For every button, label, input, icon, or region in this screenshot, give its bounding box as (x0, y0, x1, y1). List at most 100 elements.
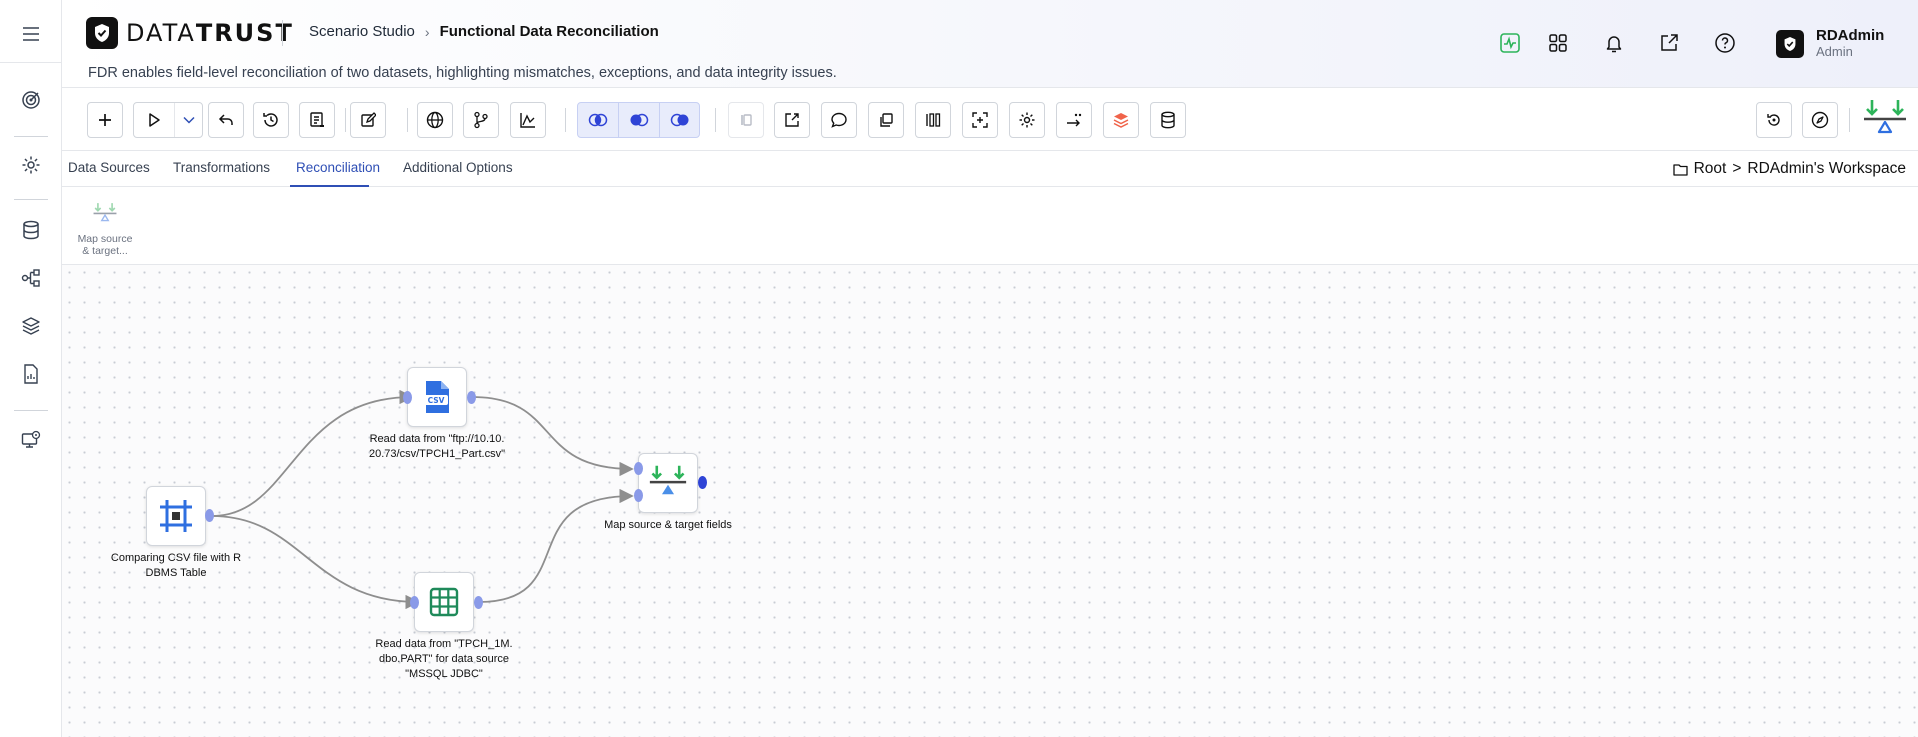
split-columns-icon (926, 113, 941, 127)
shield-logo-icon (86, 17, 118, 49)
tab-bar: Data Sources Transformations Reconciliat… (62, 151, 1918, 187)
database-icon[interactable] (16, 215, 46, 245)
palette-item-label: Map source (77, 233, 133, 245)
brand-wordmark: DATATRUST (126, 19, 294, 47)
monitor-settings-icon[interactable] (16, 425, 46, 455)
split-view-button[interactable] (915, 102, 951, 138)
node-map-label: Map source & target fields (604, 519, 732, 531)
plus-icon (99, 114, 111, 126)
inner-join-button[interactable] (578, 103, 618, 137)
history-icon (263, 113, 278, 127)
left-rail (0, 0, 62, 737)
folder-icon (1672, 163, 1688, 176)
open-external-button[interactable] (774, 102, 810, 138)
tab-transformations[interactable]: Transformations (167, 151, 276, 187)
toolbar-separator (345, 108, 346, 132)
branch-button[interactable] (463, 102, 499, 138)
undo-icon (218, 114, 233, 125)
globe-icon (426, 111, 444, 129)
node-csv-input-port[interactable] (403, 391, 412, 404)
transform-button[interactable] (1056, 102, 1092, 138)
node-csv-output-port[interactable] (467, 391, 476, 404)
databricks-stack-icon (1113, 113, 1129, 128)
restore-button[interactable] (1756, 102, 1792, 138)
comment-button[interactable] (821, 102, 857, 138)
undo-button[interactable] (208, 102, 244, 138)
databricks-button[interactable] (1103, 102, 1139, 138)
node-db-reader[interactable] (414, 572, 474, 632)
restore-history-icon (1767, 114, 1780, 126)
node-map-fields[interactable] (638, 453, 698, 513)
help-question-icon[interactable] (1712, 30, 1738, 56)
workspace-path[interactable]: Root > RDAdmin's Workspace (1672, 160, 1906, 178)
tab-data-sources[interactable]: Data Sources (62, 151, 156, 187)
scan-button[interactable] (962, 102, 998, 138)
run-options-dropdown[interactable] (174, 103, 202, 137)
table-grid-icon (429, 587, 459, 617)
schema-button[interactable] (299, 102, 335, 138)
breadcrumb: Scenario Studio › Functional Data Reconc… (309, 23, 659, 40)
history-button[interactable] (253, 102, 289, 138)
data-store-button[interactable] (1150, 102, 1186, 138)
brand-logo[interactable]: DATATRUST (86, 17, 294, 49)
tab-reconciliation[interactable]: Reconciliation (290, 151, 380, 187)
graph-nodes-icon[interactable] (16, 263, 46, 293)
join-mode-group (577, 102, 700, 138)
toolbar-separator (1849, 108, 1850, 132)
layers-icon[interactable] (16, 311, 46, 341)
run-play-button[interactable] (134, 103, 174, 137)
workspace-name: RDAdmin's Workspace (1747, 160, 1906, 177)
node-db-input-port[interactable] (410, 596, 419, 609)
map-scale-icon (93, 203, 117, 222)
add-button[interactable] (87, 102, 123, 138)
menu-icon[interactable] (16, 19, 46, 49)
report-document-icon[interactable] (16, 359, 46, 389)
edit-button[interactable] (350, 102, 386, 138)
gear-icon (1019, 112, 1035, 128)
play-icon (149, 113, 160, 127)
workflow-canvas[interactable]: Comparing CSV file with R DBMS Table CSV … (62, 265, 1918, 737)
frame-grid-icon (160, 500, 192, 532)
component-palette: Map source & target... (62, 187, 1918, 265)
left-join-button[interactable] (618, 103, 659, 137)
node-settings-button[interactable] (1009, 102, 1045, 138)
external-link-icon[interactable] (1656, 30, 1682, 56)
globe-button[interactable] (417, 102, 453, 138)
toolbar-separator (565, 108, 566, 132)
node-map-output-port[interactable] (698, 476, 707, 489)
node-source-output-port[interactable] (205, 509, 214, 522)
chevron-right-icon: › (424, 23, 430, 40)
settings-gear-icon[interactable] (16, 150, 46, 180)
tab-additional-options[interactable]: Additional Options (397, 151, 519, 187)
svg-text:CSV: CSV (428, 396, 445, 405)
first-step-button[interactable] (728, 102, 764, 138)
bell-notification-icon[interactable] (1601, 30, 1627, 56)
apps-grid-icon[interactable] (1545, 30, 1571, 56)
node-map-input-port-1[interactable] (634, 462, 643, 475)
reconciliation-scale-icon[interactable] (1862, 98, 1908, 142)
node-csv-reader[interactable]: CSV (407, 367, 467, 427)
chart-button[interactable] (510, 102, 546, 138)
user-profile[interactable]: RDAdmin Admin (1776, 28, 1884, 60)
reconciliation-scale-icon (649, 465, 687, 495)
app-root: DATATRUST Scenario Studio › Functional D… (0, 0, 1918, 737)
activity-pulse-icon[interactable] (1497, 30, 1523, 56)
chevron-down-icon (182, 116, 195, 124)
compass-icon (1811, 111, 1829, 129)
user-role: Admin (1816, 44, 1853, 59)
page-title: Functional Data Reconciliation (439, 23, 659, 40)
run-split-button (133, 102, 203, 138)
copy-button[interactable] (868, 102, 904, 138)
breadcrumb-parent[interactable]: Scenario Studio (309, 23, 415, 40)
node-source[interactable] (146, 486, 206, 546)
node-map-input-port-2[interactable] (634, 489, 643, 502)
venn-right-icon (670, 113, 688, 127)
palette-item-map-source-target[interactable]: Map source & target... (74, 202, 136, 257)
navigate-button[interactable] (1802, 102, 1838, 138)
target-icon[interactable] (16, 85, 46, 115)
page-header: DATATRUST Scenario Studio › Functional D… (62, 0, 1918, 88)
rail-separator (14, 136, 48, 137)
right-join-button[interactable] (659, 103, 699, 137)
node-db-output-port[interactable] (474, 596, 483, 609)
toolbar-separator (715, 108, 716, 132)
